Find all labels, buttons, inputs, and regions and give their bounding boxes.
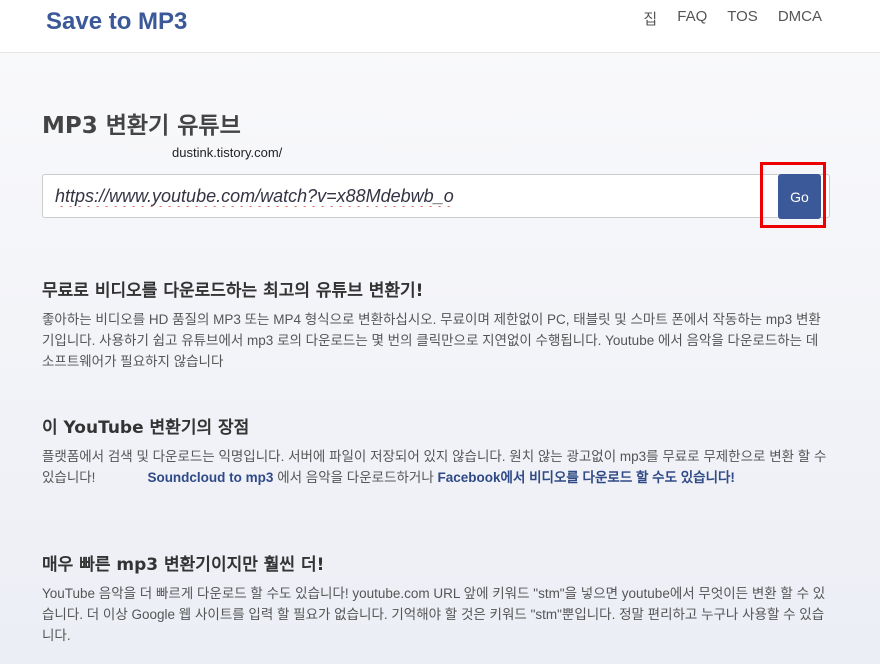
section-best-converter: 무료로 비디오를 다운로드하는 최고의 유튜브 변환기! 좋아하는 비디오를 H… — [42, 276, 832, 372]
section-heading: 이 YouTube 변환기의 장점 — [42, 418, 250, 438]
section-fast-converter: 매우 빠른 mp3 변환기이지만 훨씬 더! YouTube 음악을 더 빠르게… — [42, 550, 832, 646]
page-title: MP3 변환기 유튜브 — [42, 113, 241, 139]
section-heading: 매우 빠른 mp3 변환기이지만 훨씬 더! — [42, 555, 325, 575]
watermark-text: dustink.tistory.com/ — [172, 145, 283, 160]
nav-home[interactable]: 집 — [643, 8, 657, 29]
nav-tos[interactable]: TOS — [727, 8, 758, 29]
section-text: YouTube 음악을 더 빠르게 다운로드 할 수도 있습니다! youtub… — [42, 586, 826, 643]
url-input-wrapper — [42, 174, 830, 218]
section-text: 좋아하는 비디오를 HD 품질의 MP3 또는 MP4 형식으로 변환하십시오.… — [42, 312, 821, 369]
red-highlight-box — [760, 162, 826, 228]
nav-dmca[interactable]: DMCA — [778, 8, 822, 29]
section-heading: 무료로 비디오를 다운로드하는 최고의 유튜브 변환기! — [42, 281, 424, 301]
main-nav: 집 FAQ TOS DMCA — [643, 8, 822, 29]
soundcloud-link[interactable]: Soundcloud to mp3 — [147, 470, 273, 485]
brand-logo[interactable]: Save to MP3 — [46, 8, 187, 36]
nav-faq[interactable]: FAQ — [677, 8, 707, 29]
url-input[interactable] — [55, 181, 755, 211]
section-text: 플랫폼에서 검색 및 다운로드는 익명입니다. 서버에 파일이 저장되어 있지 … — [42, 446, 832, 488]
section-advantages: 이 YouTube 변환기의 장점 플랫폼에서 검색 및 다운로드는 익명입니다… — [42, 413, 832, 488]
advantages-middle-text: 에서 음악을 다운로드하거나 — [277, 470, 434, 485]
facebook-link[interactable]: Facebook에서 비디오를 다운로드 할 수도 있습니다! — [438, 470, 735, 485]
top-navbar: Save to MP3 집 FAQ TOS DMCA — [0, 0, 880, 53]
